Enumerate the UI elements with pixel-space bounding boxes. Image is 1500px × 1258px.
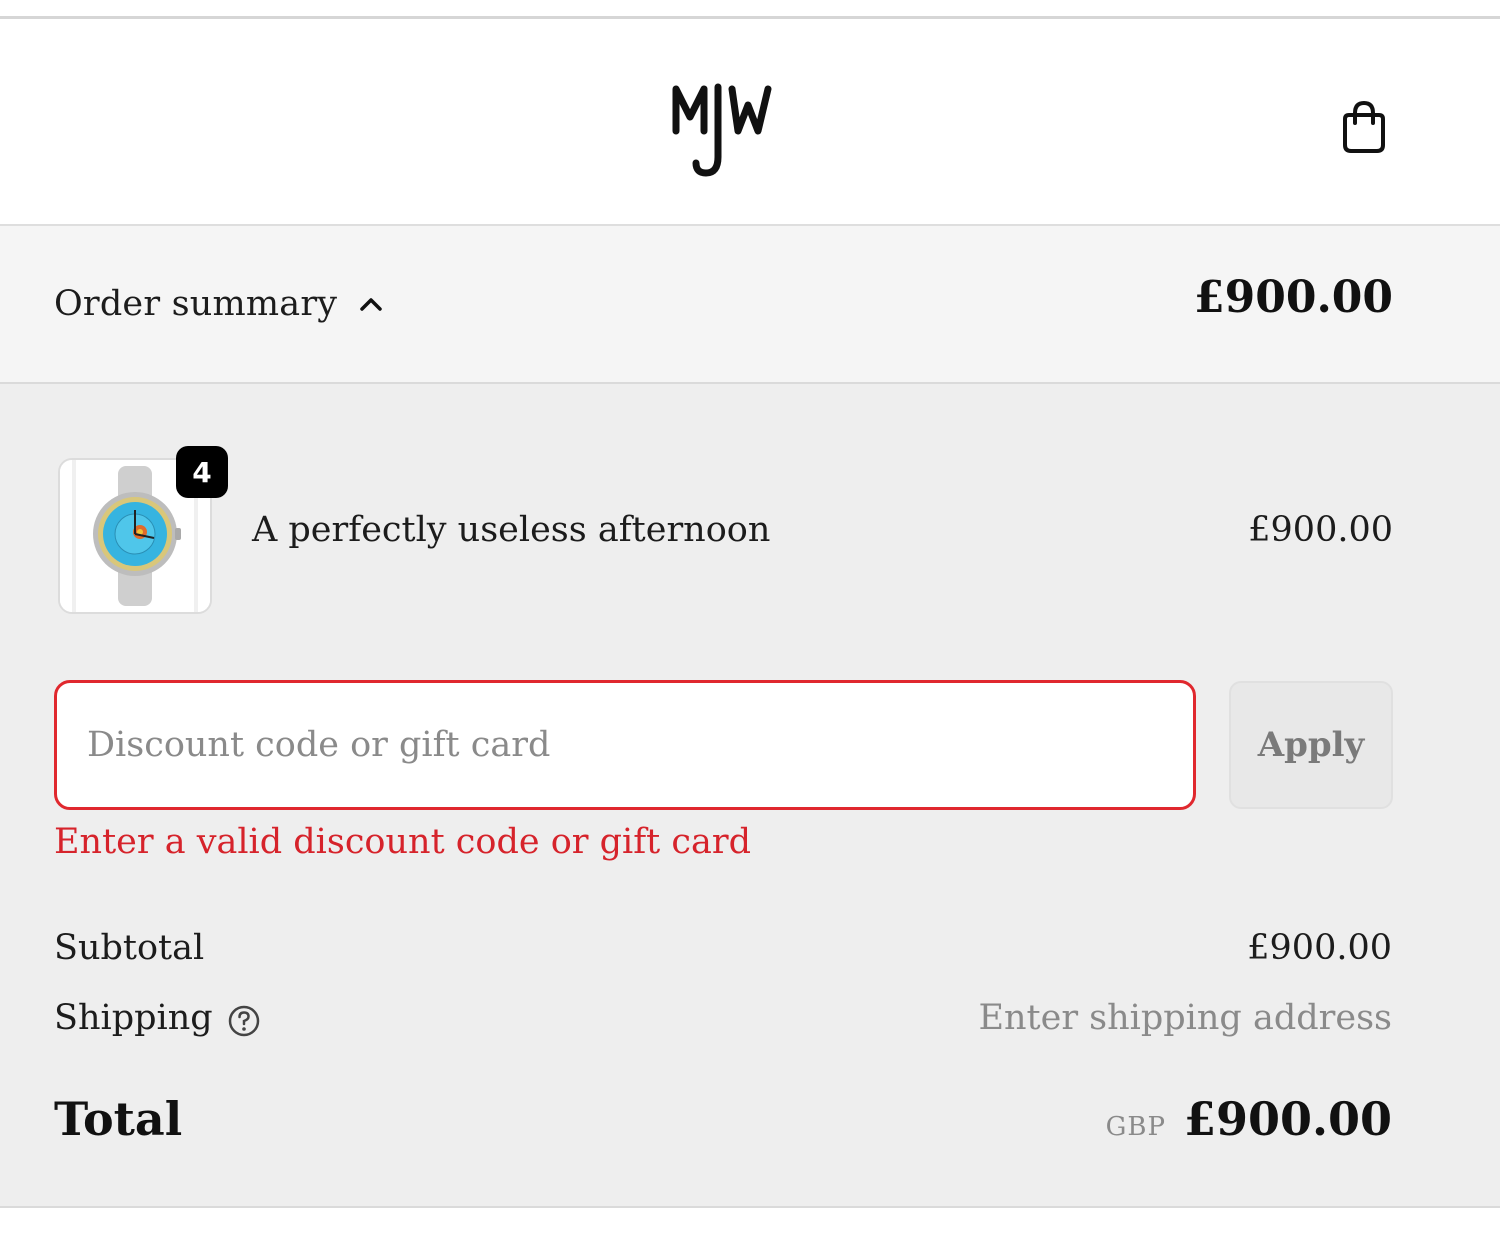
total-label: Total (54, 1092, 183, 1146)
question-circle-icon[interactable] (227, 1004, 261, 1038)
shipping-value: Enter shipping address (978, 998, 1392, 1038)
grand-total-amount: £900.00 (1183, 1092, 1392, 1146)
apply-discount-button[interactable]: Apply (1229, 681, 1393, 809)
line-item-price: £900.00 (1248, 510, 1393, 550)
shopping-bag-icon (1343, 100, 1385, 153)
bottom-divider (0, 1206, 1500, 1208)
subtotal-value: £900.00 (1247, 928, 1392, 968)
discount-code-input[interactable] (54, 680, 1196, 810)
mjw-logo[interactable] (668, 77, 780, 181)
mjw-monogram-logo-icon (672, 83, 772, 177)
total-value: GBP £900.00 (1106, 1092, 1392, 1146)
quantity-badge: 4 (176, 446, 228, 498)
currency-code: GBP (1105, 1112, 1166, 1142)
order-summary-total: £900.00 (1193, 272, 1393, 323)
order-summary-label: Order summary (54, 284, 338, 324)
chevron-up-icon (360, 298, 382, 311)
discount-error-message: Enter a valid discount code or gift card (54, 822, 751, 862)
order-summary-toggle[interactable]: Order summary (54, 276, 383, 332)
cart-button[interactable] (1330, 93, 1398, 161)
line-item-name: A perfectly useless afternoon (252, 510, 771, 550)
checkout-header (0, 19, 1500, 226)
shipping-row-label: Shipping (54, 998, 261, 1038)
shipping-label: Shipping (54, 998, 213, 1038)
subtotal-label: Subtotal (54, 928, 205, 968)
